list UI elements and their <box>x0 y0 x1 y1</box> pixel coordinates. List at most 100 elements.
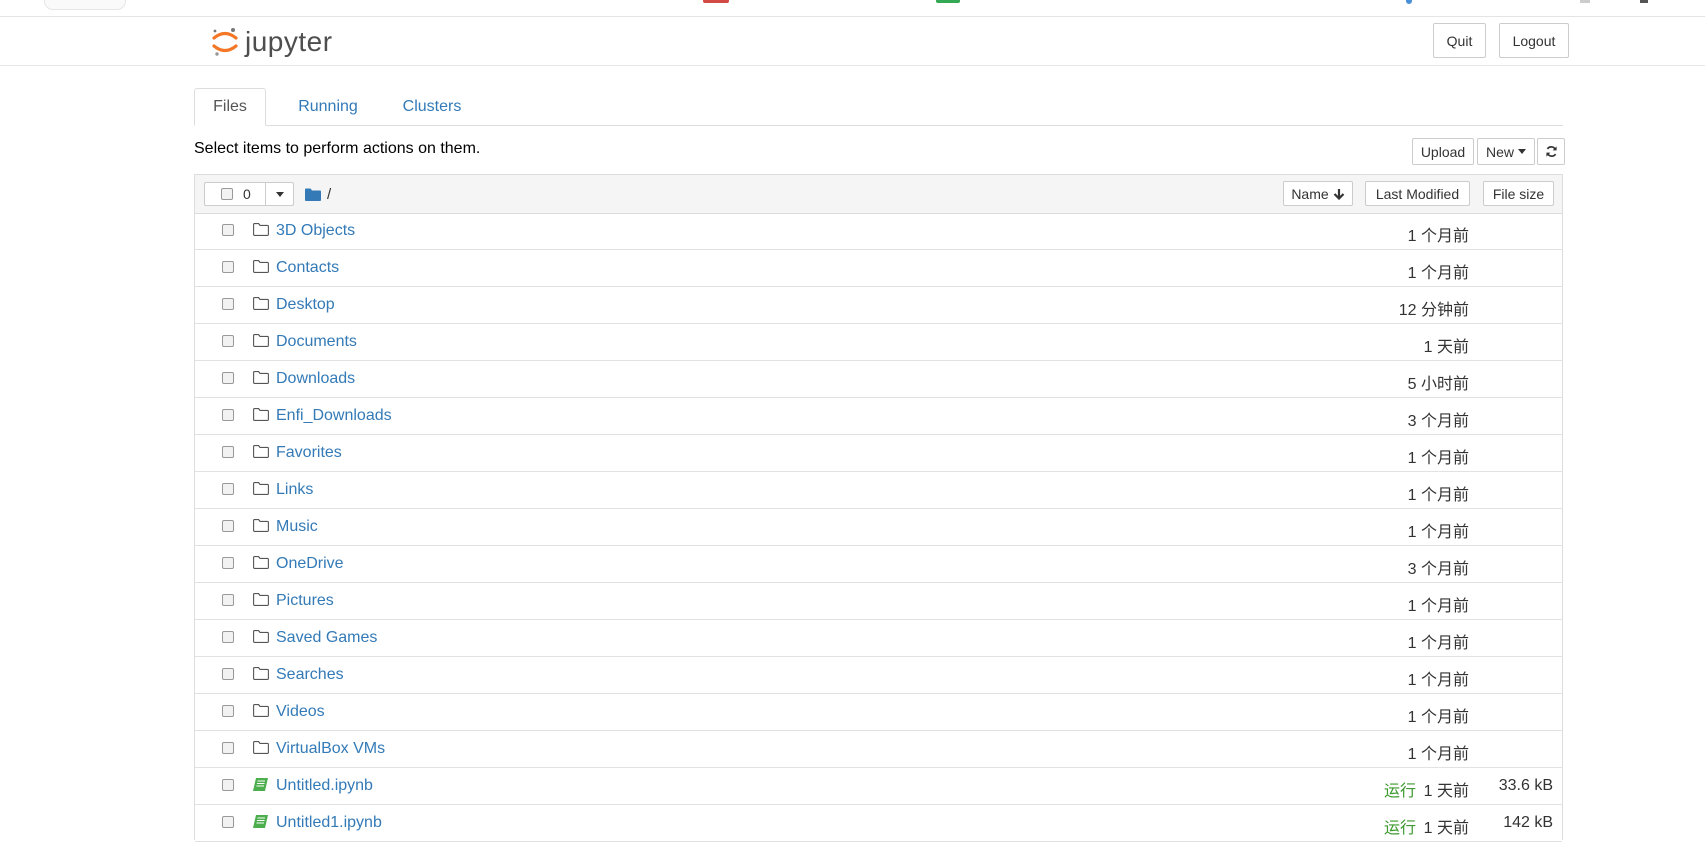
item-checkbox[interactable] <box>222 483 234 495</box>
item-checkbox[interactable] <box>222 446 234 458</box>
item-checkbox[interactable] <box>222 298 234 310</box>
item-name-link[interactable]: Documents <box>276 333 357 351</box>
item-name-link[interactable]: Contacts <box>276 259 339 277</box>
item-checkbox[interactable] <box>222 520 234 532</box>
caret-down-icon <box>1518 149 1526 154</box>
item-checkbox[interactable] <box>222 224 234 236</box>
item-name-link[interactable]: Untitled.ipynb <box>276 777 373 795</box>
item-checkbox[interactable] <box>222 668 234 680</box>
list-item[interactable]: Videos 1 个月前 <box>195 694 1562 731</box>
breadcrumb[interactable]: / <box>305 186 331 203</box>
tab-files[interactable]: Files <box>194 88 266 126</box>
item-name-link[interactable]: OneDrive <box>276 555 344 573</box>
item-name-link[interactable]: Saved Games <box>276 629 377 647</box>
list-item[interactable]: Favorites 1 个月前 <box>195 435 1562 472</box>
item-checkbox[interactable] <box>222 261 234 273</box>
item-modified: 1 个月前 <box>1407 598 1469 615</box>
tab-clusters[interactable]: Clusters <box>378 88 486 125</box>
item-checkbox[interactable] <box>222 594 234 606</box>
select-menu-dropdown[interactable] <box>266 183 293 205</box>
sort-by-name-button[interactable]: Name <box>1283 181 1353 206</box>
breadcrumb-root[interactable]: / <box>327 186 331 203</box>
arrow-down-icon <box>1333 188 1344 200</box>
list-item[interactable]: Downloads 5 小时前 <box>195 361 1562 398</box>
list-item[interactable]: 3D Objects 1 个月前 <box>195 213 1562 250</box>
item-name-link[interactable]: Downloads <box>276 370 355 388</box>
item-size: 33.6 kB <box>1498 777 1553 794</box>
folder-icon <box>253 593 269 611</box>
item-name-link[interactable]: Searches <box>276 666 344 684</box>
item-name-link[interactable]: Links <box>276 481 313 499</box>
list-item[interactable]: Documents 1 天前 <box>195 324 1562 361</box>
list-item[interactable]: Untitled1.ipynb 运行 1 天前 142 kB <box>195 805 1562 842</box>
list-item[interactable]: Saved Games 1 个月前 <box>195 620 1562 657</box>
item-name-link[interactable]: Untitled1.ipynb <box>276 814 382 832</box>
quit-button[interactable]: Quit <box>1433 23 1486 58</box>
tab-running[interactable]: Running <box>278 88 378 125</box>
item-checkbox[interactable] <box>222 631 234 643</box>
item-checkbox[interactable] <box>222 409 234 421</box>
list-item[interactable]: Pictures 1 个月前 <box>195 583 1562 620</box>
item-modified: 1 个月前 <box>1407 524 1469 541</box>
item-modified: 1 天前 <box>1423 820 1469 837</box>
jupyter-logo[interactable]: jupyter <box>211 25 333 59</box>
item-checkbox[interactable] <box>222 816 234 828</box>
item-name-link[interactable]: 3D Objects <box>276 222 355 240</box>
item-checkbox[interactable] <box>222 557 234 569</box>
list-item[interactable]: Untitled.ipynb 运行 1 天前 33.6 kB <box>195 768 1562 805</box>
item-name-link[interactable]: VirtualBox VMs <box>276 740 385 758</box>
logo-wordmark: jupyter <box>245 26 333 57</box>
select-all-checkbox[interactable] <box>221 188 233 200</box>
sort-by-size-button[interactable]: File size <box>1483 181 1554 206</box>
item-checkbox[interactable] <box>222 779 234 791</box>
list-item[interactable]: Desktop 12 分钟前 <box>195 287 1562 324</box>
list-item[interactable]: Contacts 1 个月前 <box>195 250 1562 287</box>
item-name-link[interactable]: Favorites <box>276 444 342 462</box>
selection-hint: Select items to perform actions on them. <box>194 140 481 157</box>
jupyter-logo-icon <box>212 28 238 56</box>
refresh-button[interactable] <box>1537 138 1565 165</box>
item-modified: 1 天前 <box>1423 783 1469 800</box>
list-item[interactable]: Searches 1 个月前 <box>195 657 1562 694</box>
item-modified: 1 个月前 <box>1407 487 1469 504</box>
item-checkbox[interactable] <box>222 742 234 754</box>
item-name-link[interactable]: Pictures <box>276 592 334 610</box>
refresh-icon <box>1545 146 1557 157</box>
select-all-group: 0 <box>204 182 294 206</box>
notebook-icon <box>253 815 268 833</box>
folder-icon <box>253 667 269 685</box>
list-item[interactable]: Music 1 个月前 <box>195 509 1562 546</box>
item-checkbox[interactable] <box>222 705 234 717</box>
running-status: 运行 <box>1383 783 1416 800</box>
browser-marker-red <box>703 0 729 3</box>
item-modified: 1 个月前 <box>1407 265 1469 282</box>
list-item[interactable]: OneDrive 3 个月前 <box>195 546 1562 583</box>
item-name-link[interactable]: Desktop <box>276 296 335 314</box>
list-item[interactable]: Links 1 个月前 <box>195 472 1562 509</box>
running-status: 运行 <box>1383 820 1416 837</box>
item-name-link[interactable]: Music <box>276 518 318 536</box>
item-modified: 3 个月前 <box>1407 413 1469 430</box>
item-checkbox[interactable] <box>222 335 234 347</box>
folder-icon <box>253 630 269 648</box>
header-bar: jupyter Quit Logout <box>0 17 1705 66</box>
item-name-link[interactable]: Enfi_Downloads <box>276 407 392 425</box>
browser-marker-grey <box>1580 0 1590 3</box>
folder-icon <box>253 260 269 278</box>
sort-by-modified-button[interactable]: Last Modified <box>1365 181 1470 206</box>
item-modified: 1 天前 <box>1423 339 1469 356</box>
file-list-header: 0 / Name Last Modified File size <box>195 175 1562 214</box>
item-name-link[interactable]: Videos <box>276 703 325 721</box>
browser-marker-dark <box>1640 0 1648 3</box>
upload-button[interactable]: Upload <box>1412 138 1474 165</box>
list-item[interactable]: Enfi_Downloads 3 个月前 <box>195 398 1562 435</box>
item-modified: 1 个月前 <box>1407 746 1469 763</box>
new-dropdown-button[interactable]: New <box>1477 138 1535 165</box>
logout-button[interactable]: Logout <box>1499 23 1569 58</box>
list-item[interactable]: VirtualBox VMs 1 个月前 <box>195 731 1562 768</box>
item-modified: 1 个月前 <box>1407 450 1469 467</box>
file-list: 3D Objects 1 个月前 Contacts 1 个月前 Desktop 12 分钟… <box>195 213 1562 842</box>
item-checkbox[interactable] <box>222 372 234 384</box>
select-all-toggle[interactable]: 0 <box>205 183 266 205</box>
folder-filled-icon <box>305 188 321 201</box>
